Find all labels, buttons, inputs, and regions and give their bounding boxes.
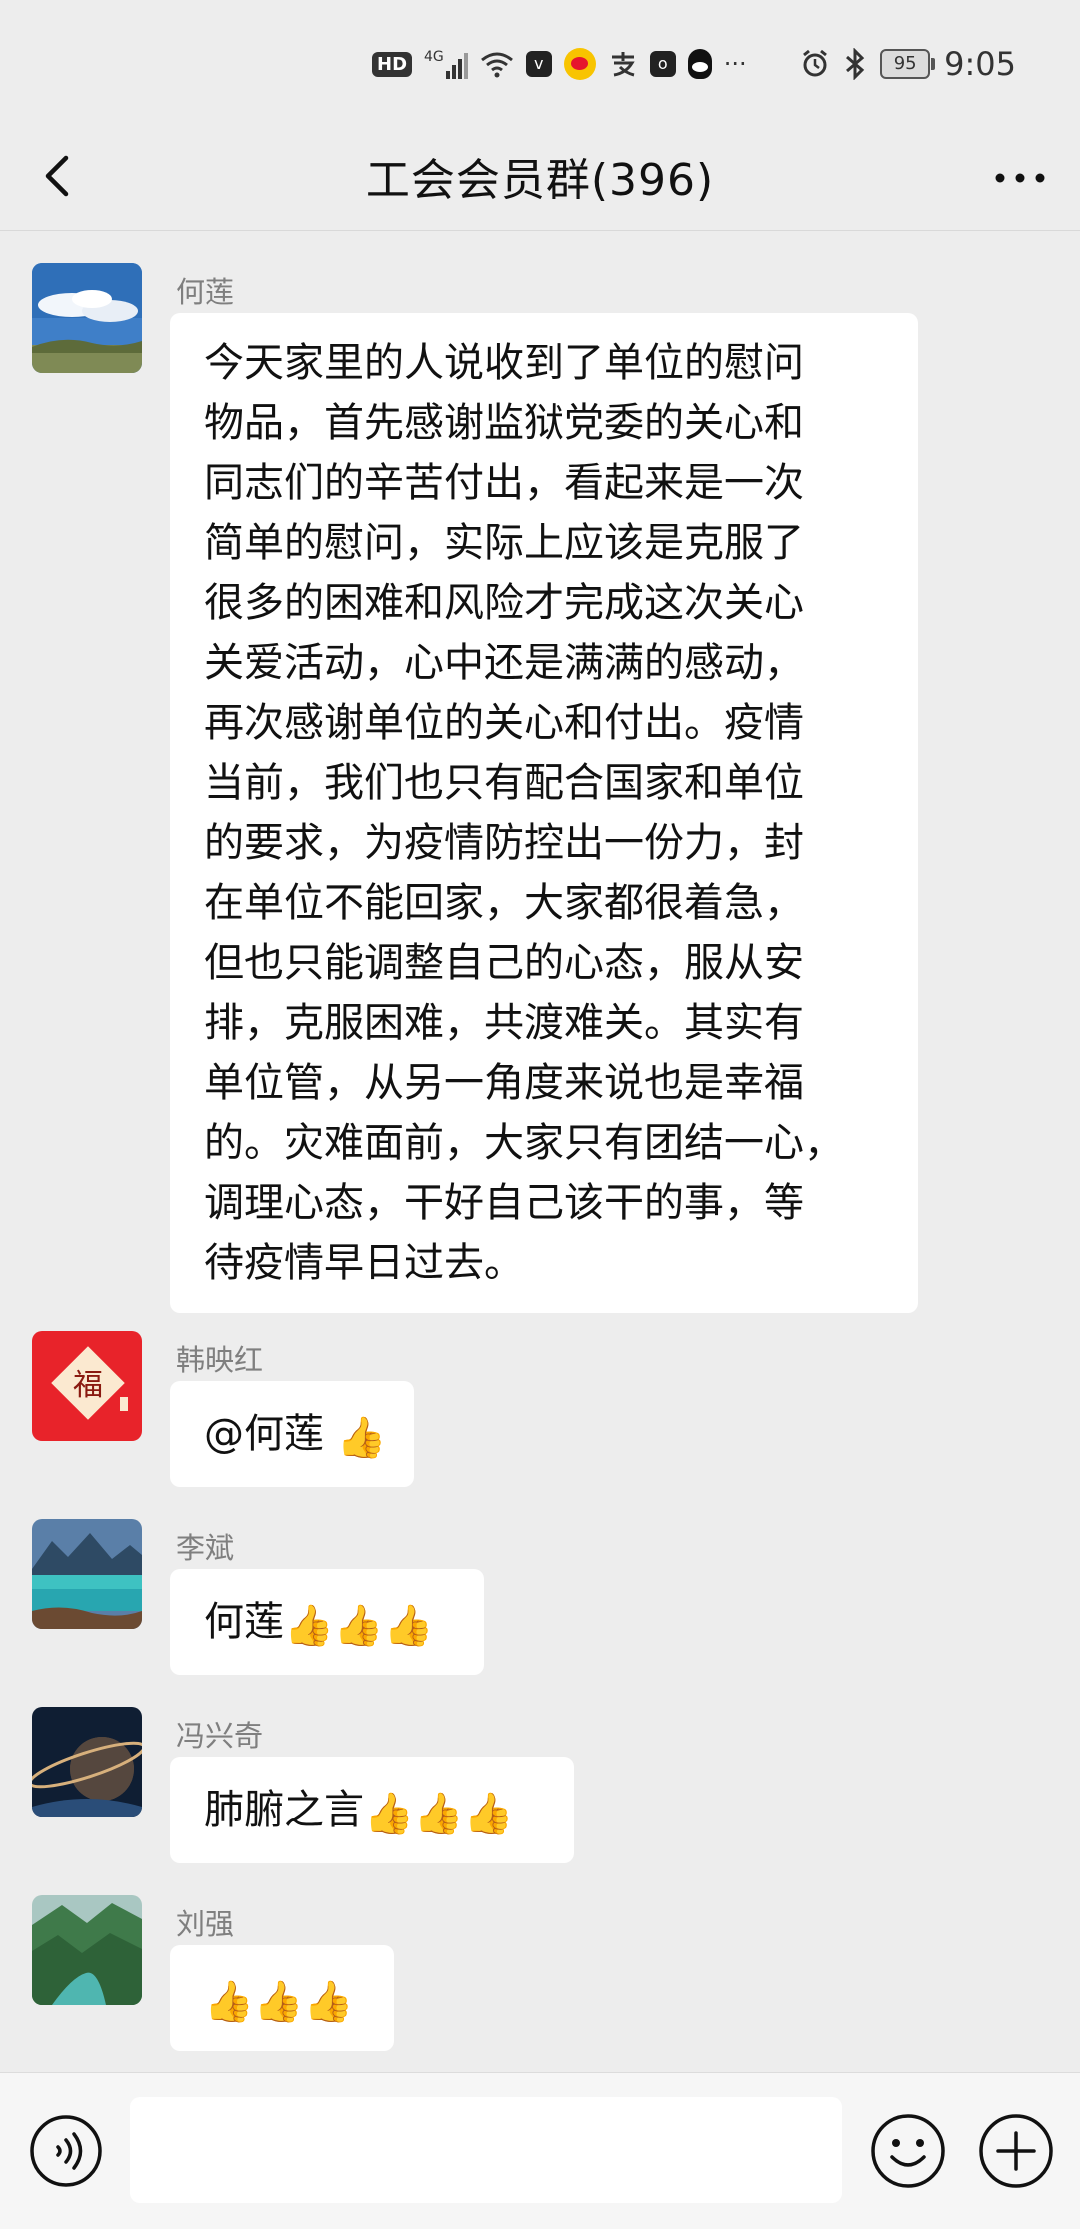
status-right: 95 9:05 (800, 42, 1016, 86)
message-bubble[interactable]: 今天家里的人说收到了单位的慰问 物品，首先感谢监狱党委的关心和 同志们的辛苦付出… (170, 313, 918, 1313)
sender-name: 何莲 (176, 275, 235, 309)
svg-text:福: 福 (73, 1368, 103, 1403)
message-text: 肺腑之言 (204, 1787, 364, 1833)
v-app-icon: v (525, 51, 552, 77)
message-list[interactable]: 何莲 今天家里的人说收到了单位的慰问 物品，首先感谢监狱党委的关心和 同志们的辛… (0, 231, 1080, 2071)
alipay-icon (611, 52, 635, 77)
planet-avatar[interactable] (32, 1707, 142, 1817)
thumbs-up-emoji-group: 👍👍👍 (364, 1791, 514, 1837)
message-text: @何莲 (204, 1411, 337, 1457)
thumbs-up-emoji-group: 👍 (336, 1415, 387, 1461)
plus-icon[interactable] (976, 2111, 1056, 2191)
message-bubble[interactable]: 👍👍👍 (170, 1945, 394, 2051)
sender-name: 李斌 (176, 1531, 235, 1565)
message-text: 何莲 (204, 1599, 284, 1645)
bluetooth-icon (846, 48, 865, 80)
message-bubble[interactable]: 肺腑之言👍👍👍 (170, 1757, 574, 1863)
message-bubble[interactable]: @何莲 👍 (170, 1381, 414, 1487)
cellular-signal-icon: 4G (424, 49, 468, 79)
sky-landscape-avatar[interactable] (32, 263, 142, 373)
message-bubble[interactable]: 何莲👍👍👍 (170, 1569, 484, 1675)
clock: 9:05 (944, 45, 1016, 83)
message-text: 今天家里的人说收到了单位的慰问 物品，首先感谢监狱党委的关心和 同志们的辛苦付出… (204, 340, 844, 1286)
group-chat-title: 工会会员群(396) (365, 155, 715, 206)
weibo-icon (563, 48, 596, 80)
hd-badge: HD (372, 51, 413, 77)
qq-icon (687, 49, 712, 79)
message-input[interactable] (130, 2097, 842, 2203)
camera-app-icon: o (649, 51, 676, 77)
chat-input-bar (0, 2072, 1080, 2229)
fu-character-avatar[interactable]: 福 (32, 1331, 142, 1441)
more-notifications-icon: ··· (723, 50, 747, 78)
sender-name: 韩映红 (176, 1343, 264, 1377)
sender-name: 刘强 (176, 1907, 235, 1941)
battery-indicator: 95 (880, 49, 936, 79)
status-icons: HD 4G v o ··· (372, 44, 747, 84)
valley-river-avatar[interactable] (32, 1895, 142, 2005)
chat-header: 工会会员群(396) (0, 124, 1080, 231)
thumbs-up-emoji-group: 👍👍👍 (284, 1603, 434, 1649)
alarm-icon (803, 49, 828, 77)
more-options-icon[interactable] (988, 150, 1052, 206)
lake-mountain-avatar[interactable] (32, 1519, 142, 1629)
status-bar: HD 4G v o ··· 95 9:05 (0, 0, 1080, 124)
sender-name: 冯兴奇 (176, 1719, 264, 1753)
emoji-icon[interactable] (868, 2111, 948, 2191)
thumbs-up-emoji-group: 👍👍👍 (204, 1979, 354, 2025)
wifi-icon (480, 52, 513, 78)
voice-input-icon[interactable] (28, 2113, 104, 2189)
